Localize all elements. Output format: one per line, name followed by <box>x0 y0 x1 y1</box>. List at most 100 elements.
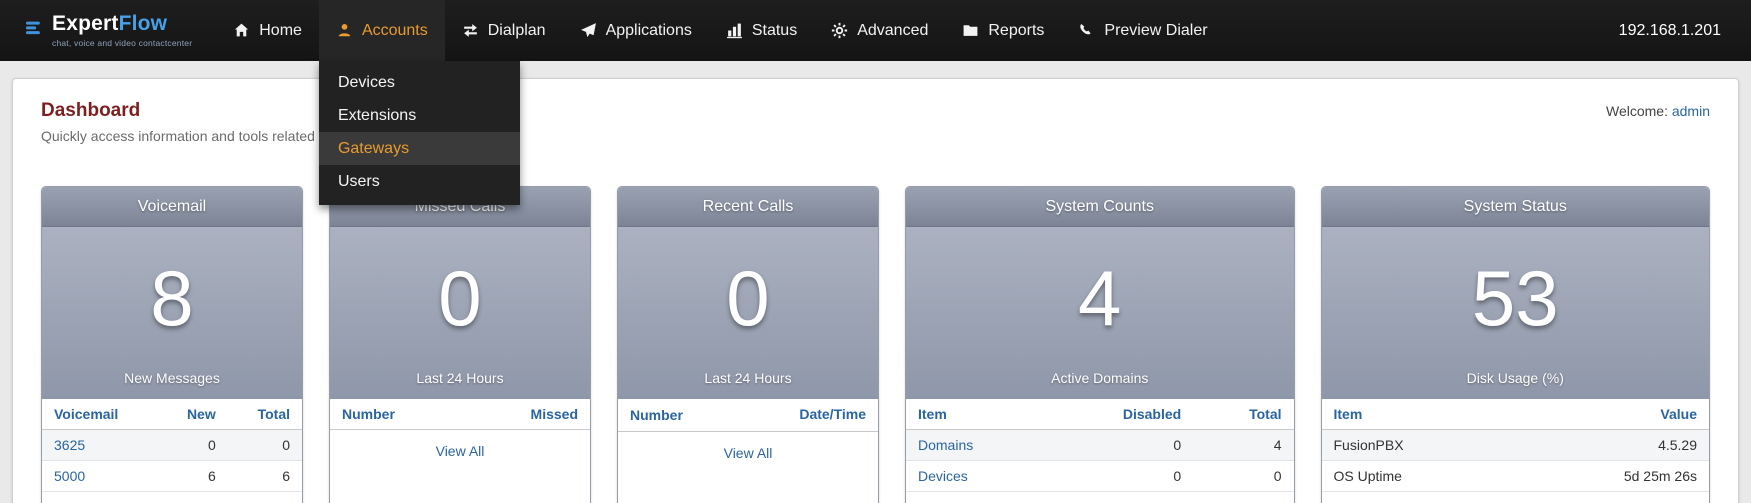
admin-user-link[interactable]: admin <box>1672 103 1710 119</box>
table-row: OS Uptime 5d 25m 26s <box>1322 461 1710 492</box>
nav-dialplan[interactable]: Dialplan <box>445 0 563 61</box>
table-header-row: Item Disabled Total <box>906 399 1294 430</box>
view-all-link[interactable]: View All <box>436 443 485 459</box>
card-system-status: System Status 53 Disk Usage (%) Item Val… <box>1321 186 1711 503</box>
paper-plane-icon <box>580 22 597 39</box>
table-row: Devices 0 0 <box>906 461 1294 492</box>
nav-accounts[interactable]: Accounts Devices Extensions Gateways Use… <box>319 0 445 61</box>
voicemail-box-link[interactable]: 5000 <box>54 468 85 484</box>
user-icon <box>336 22 353 39</box>
table-row: 3625 0 0 <box>42 430 302 461</box>
welcome-text: Welcome: admin <box>1606 103 1710 119</box>
card-recent-calls-value: 0 <box>726 227 769 370</box>
cell: 0 <box>1047 430 1193 461</box>
nav-advanced[interactable]: Advanced <box>814 0 945 61</box>
accounts-dropdown: Devices Extensions Gateways Users <box>319 61 520 205</box>
card-voicemail-value: 8 <box>150 227 193 370</box>
col-header: Voicemail <box>42 399 158 430</box>
cell: 5d 25m 26s <box>1512 461 1709 492</box>
cell: 0 <box>1047 461 1193 492</box>
nav-label: Reports <box>988 22 1044 40</box>
view-all-link[interactable]: View All <box>724 445 773 461</box>
cell: 4 <box>1193 430 1293 461</box>
brand-tagline: chat, voice and video contactcenter <box>52 38 192 48</box>
card-voicemail-title: Voicemail <box>42 187 302 227</box>
view-all-row: View All <box>330 430 590 474</box>
table-row: 5000 6 6 <box>42 461 302 492</box>
card-voicemail: Voicemail 8 New Messages Voicemail New T… <box>41 186 303 503</box>
table-header-row: Number Missed <box>330 399 590 430</box>
table-row: FusionPBX 4.5.29 <box>1322 430 1710 461</box>
table-header-row: Voicemail New Total <box>42 399 302 430</box>
cell: 6 <box>158 461 227 492</box>
nav-preview-dialer[interactable]: Preview Dialer <box>1061 0 1224 61</box>
nav-label: Advanced <box>857 22 928 40</box>
col-header: Date/Time <box>766 399 878 431</box>
col-header: Missed <box>465 399 590 430</box>
folder-icon <box>962 22 979 39</box>
nav-label: Status <box>752 22 797 40</box>
top-navbar: ExpertFlow chat, voice and video contact… <box>0 0 1751 61</box>
card-system-status-title: System Status <box>1322 187 1710 227</box>
card-missed-calls: Missed Calls 0 Last 24 Hours Number Miss… <box>329 186 591 503</box>
card-system-status-caption: Disk Usage (%) <box>1467 370 1564 386</box>
table-header-row: Number Date/Time <box>618 399 878 431</box>
missed-calls-table: Number Missed <box>330 399 590 430</box>
table-row: Domains 0 4 <box>906 430 1294 461</box>
card-recent-calls: Recent Calls 0 Last 24 Hours Number Date… <box>617 186 879 503</box>
devices-link[interactable]: Devices <box>918 468 968 484</box>
transfer-arrows-icon <box>462 22 479 39</box>
cell: 0 <box>1193 461 1293 492</box>
server-ip: 192.168.1.201 <box>1619 0 1751 61</box>
col-header: Total <box>1193 399 1293 430</box>
col-header: Item <box>906 399 1047 430</box>
brand-icon <box>26 20 43 42</box>
cell: FusionPBX <box>1322 430 1513 461</box>
col-header: Value <box>1512 399 1709 430</box>
card-system-status-value: 53 <box>1472 227 1559 370</box>
card-system-counts-hero: 4 Active Domains <box>906 227 1294 399</box>
card-missed-calls-hero: 0 Last 24 Hours <box>330 227 590 399</box>
menu-item-devices[interactable]: Devices <box>319 66 520 99</box>
dashboard-cards: Voicemail 8 New Messages Voicemail New T… <box>13 186 1738 503</box>
card-recent-calls-hero: 0 Last 24 Hours <box>618 227 878 399</box>
card-missed-calls-caption: Last 24 Hours <box>416 370 503 386</box>
card-system-counts-title: System Counts <box>906 187 1294 227</box>
recent-calls-table: Number Date/Time <box>618 399 878 432</box>
voicemail-box-link[interactable]: 3625 <box>54 437 85 453</box>
nav-label: Accounts <box>362 22 428 40</box>
page-header: Dashboard Quickly access information and… <box>13 79 1738 144</box>
view-all-row: View All <box>618 432 878 476</box>
home-icon <box>233 22 250 39</box>
domains-link[interactable]: Domains <box>918 437 973 453</box>
menu-item-gateways[interactable]: Gateways <box>319 132 520 165</box>
bar-chart-icon <box>726 22 743 39</box>
system-counts-table: Item Disabled Total Domains 0 4 Devices … <box>906 399 1294 492</box>
cell: 4.5.29 <box>1512 430 1709 461</box>
menu-item-users[interactable]: Users <box>319 165 520 198</box>
cell: 0 <box>228 430 302 461</box>
card-recent-calls-title: Recent Calls <box>618 187 878 227</box>
nav-home[interactable]: Home <box>216 0 319 61</box>
nav-label: Dialplan <box>488 22 546 40</box>
col-header: Disabled <box>1047 399 1193 430</box>
col-header: Total <box>228 399 302 430</box>
cell: 0 <box>158 430 227 461</box>
nav-applications[interactable]: Applications <box>563 0 709 61</box>
brand-logo[interactable]: ExpertFlow chat, voice and video contact… <box>0 0 216 61</box>
menu-item-extensions[interactable]: Extensions <box>319 99 520 132</box>
cell: OS Uptime <box>1322 461 1513 492</box>
col-header: Number <box>618 399 766 431</box>
system-status-table: Item Value FusionPBX 4.5.29 OS Uptime 5d… <box>1322 399 1710 492</box>
col-header: Item <box>1322 399 1513 430</box>
card-system-counts-caption: Active Domains <box>1051 370 1148 386</box>
page-subtitle: Quickly access information and tools rel… <box>41 128 315 144</box>
voicemail-table: Voicemail New Total 3625 0 0 5000 6 6 <box>42 399 302 492</box>
gear-icon <box>831 22 848 39</box>
col-header: New <box>158 399 227 430</box>
nav-status[interactable]: Status <box>709 0 814 61</box>
nav-label: Applications <box>606 22 692 40</box>
nav-reports[interactable]: Reports <box>945 0 1061 61</box>
nav-label: Home <box>259 22 302 40</box>
cell: 6 <box>228 461 302 492</box>
